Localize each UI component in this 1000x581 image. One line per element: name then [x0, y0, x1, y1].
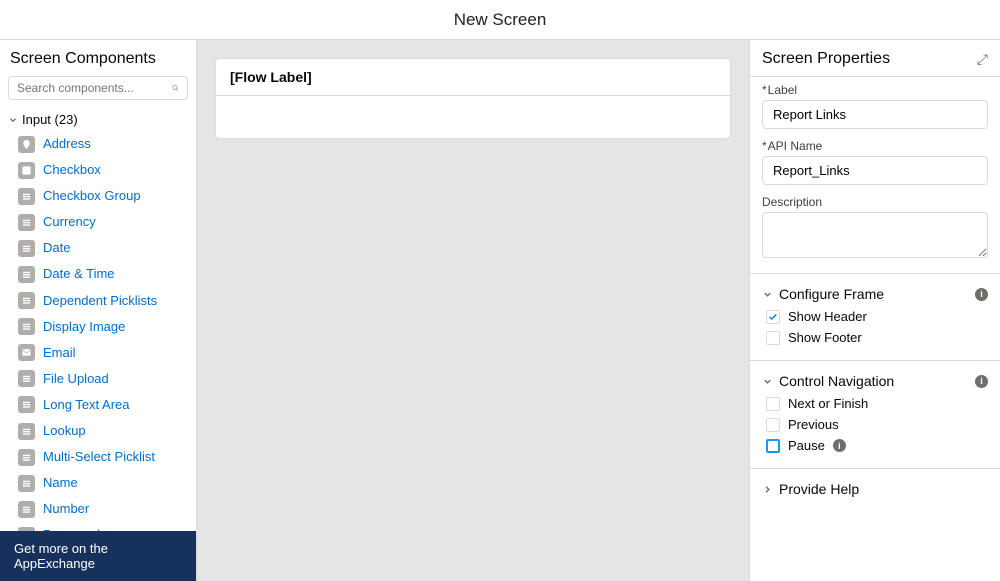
api-name-label: API Name [762, 139, 988, 153]
show-header-label: Show Header [788, 309, 867, 324]
appexchange-button[interactable]: Get more on the AppExchange [0, 531, 196, 581]
show-footer-label: Show Footer [788, 330, 862, 345]
info-icon[interactable]: i [975, 375, 988, 388]
show-header-checkbox[interactable] [766, 310, 780, 324]
properties-panel: Screen Properties ⤢ Label API Name Descr… [750, 40, 1000, 581]
component-item[interactable]: Checkbox Group [0, 183, 196, 209]
component-icon [18, 370, 35, 387]
component-item[interactable]: Dependent Picklists [0, 288, 196, 314]
component-item[interactable]: Currency [0, 209, 196, 235]
component-icon [18, 475, 35, 492]
label-field-label: Label [762, 83, 988, 97]
component-icon [18, 162, 35, 179]
previous-label: Previous [788, 417, 839, 432]
chevron-right-icon [762, 484, 773, 495]
component-label: Multi-Select Picklist [43, 446, 155, 468]
component-list: Address Checkbox Checkbox Group Currency Dat… [0, 131, 196, 531]
components-panel: Screen Components Input (23) Address Chec… [0, 40, 197, 581]
api-name-input[interactable] [762, 156, 988, 185]
component-icon [18, 292, 35, 309]
description-label: Description [762, 195, 988, 209]
component-icon [18, 266, 35, 283]
chevron-down-icon [762, 376, 773, 387]
component-item[interactable]: Display Image [0, 314, 196, 340]
pause-label: Pause [788, 438, 825, 453]
expand-icon[interactable]: ⤢ [977, 51, 988, 68]
pause-checkbox[interactable] [766, 439, 780, 453]
description-input[interactable] [762, 212, 988, 258]
component-item[interactable]: Address [0, 131, 196, 157]
label-input[interactable] [762, 100, 988, 129]
component-label: Email [43, 342, 76, 364]
component-icon [18, 344, 35, 361]
properties-title: Screen Properties [762, 50, 890, 68]
component-item[interactable]: Multi-Select Picklist [0, 444, 196, 470]
component-item[interactable]: Date & Time [0, 261, 196, 287]
component-label: Date & Time [43, 263, 115, 285]
component-item[interactable]: Long Text Area [0, 392, 196, 418]
next-finish-label: Next or Finish [788, 396, 868, 411]
component-item[interactable]: Date [0, 235, 196, 261]
category-label: Input (23) [22, 112, 78, 127]
previous-checkbox[interactable] [766, 418, 780, 432]
component-label: Display Image [43, 316, 125, 338]
modal-header: New Screen [0, 0, 1000, 40]
component-icon [18, 214, 35, 231]
section-configure-frame[interactable]: Configure Frame i [762, 282, 988, 306]
section-provide-help[interactable]: Provide Help [762, 477, 988, 501]
component-label: Name [43, 472, 78, 494]
component-label: Date [43, 237, 70, 259]
control-navigation-title: Control Navigation [779, 373, 894, 389]
component-item[interactable]: Number [0, 496, 196, 522]
component-icon [18, 423, 35, 440]
component-label: Address [43, 133, 91, 155]
info-icon[interactable]: i [975, 288, 988, 301]
show-footer-checkbox[interactable] [766, 331, 780, 345]
component-icon [18, 136, 35, 153]
configure-frame-title: Configure Frame [779, 286, 884, 302]
component-label: Password [43, 524, 100, 531]
info-icon[interactable]: i [833, 439, 846, 452]
component-label: Checkbox [43, 159, 101, 181]
component-label: Lookup [43, 420, 86, 442]
component-icon [18, 396, 35, 413]
category-input[interactable]: Input (23) [0, 108, 196, 131]
component-icon [18, 188, 35, 205]
chevron-down-icon [8, 115, 18, 125]
search-icon [172, 81, 179, 95]
component-label: Number [43, 498, 89, 520]
component-label: Dependent Picklists [43, 290, 157, 312]
provide-help-title: Provide Help [779, 481, 859, 497]
component-icon [18, 318, 35, 335]
component-item[interactable]: Lookup [0, 418, 196, 444]
search-input[interactable] [17, 81, 172, 95]
search-components[interactable] [8, 76, 188, 100]
chevron-down-icon [762, 289, 773, 300]
modal-title: New Screen [454, 10, 547, 30]
component-label: Long Text Area [43, 394, 130, 416]
next-finish-checkbox[interactable] [766, 397, 780, 411]
component-icon [18, 501, 35, 518]
component-icon [18, 240, 35, 257]
canvas-body[interactable] [216, 96, 730, 138]
canvas-area: [Flow Label] [197, 40, 750, 581]
component-label: Checkbox Group [43, 185, 141, 207]
component-item[interactable]: Email [0, 340, 196, 366]
section-control-navigation[interactable]: Control Navigation i [762, 369, 988, 393]
screen-canvas[interactable]: [Flow Label] [215, 58, 731, 139]
components-title: Screen Components [0, 40, 196, 76]
component-icon [18, 449, 35, 466]
flow-label: [Flow Label] [216, 59, 730, 96]
component-item[interactable]: Password [0, 522, 196, 531]
component-label: Currency [43, 211, 96, 233]
component-item[interactable]: File Upload [0, 366, 196, 392]
component-item[interactable]: Name [0, 470, 196, 496]
component-item[interactable]: Checkbox [0, 157, 196, 183]
component-label: File Upload [43, 368, 109, 390]
